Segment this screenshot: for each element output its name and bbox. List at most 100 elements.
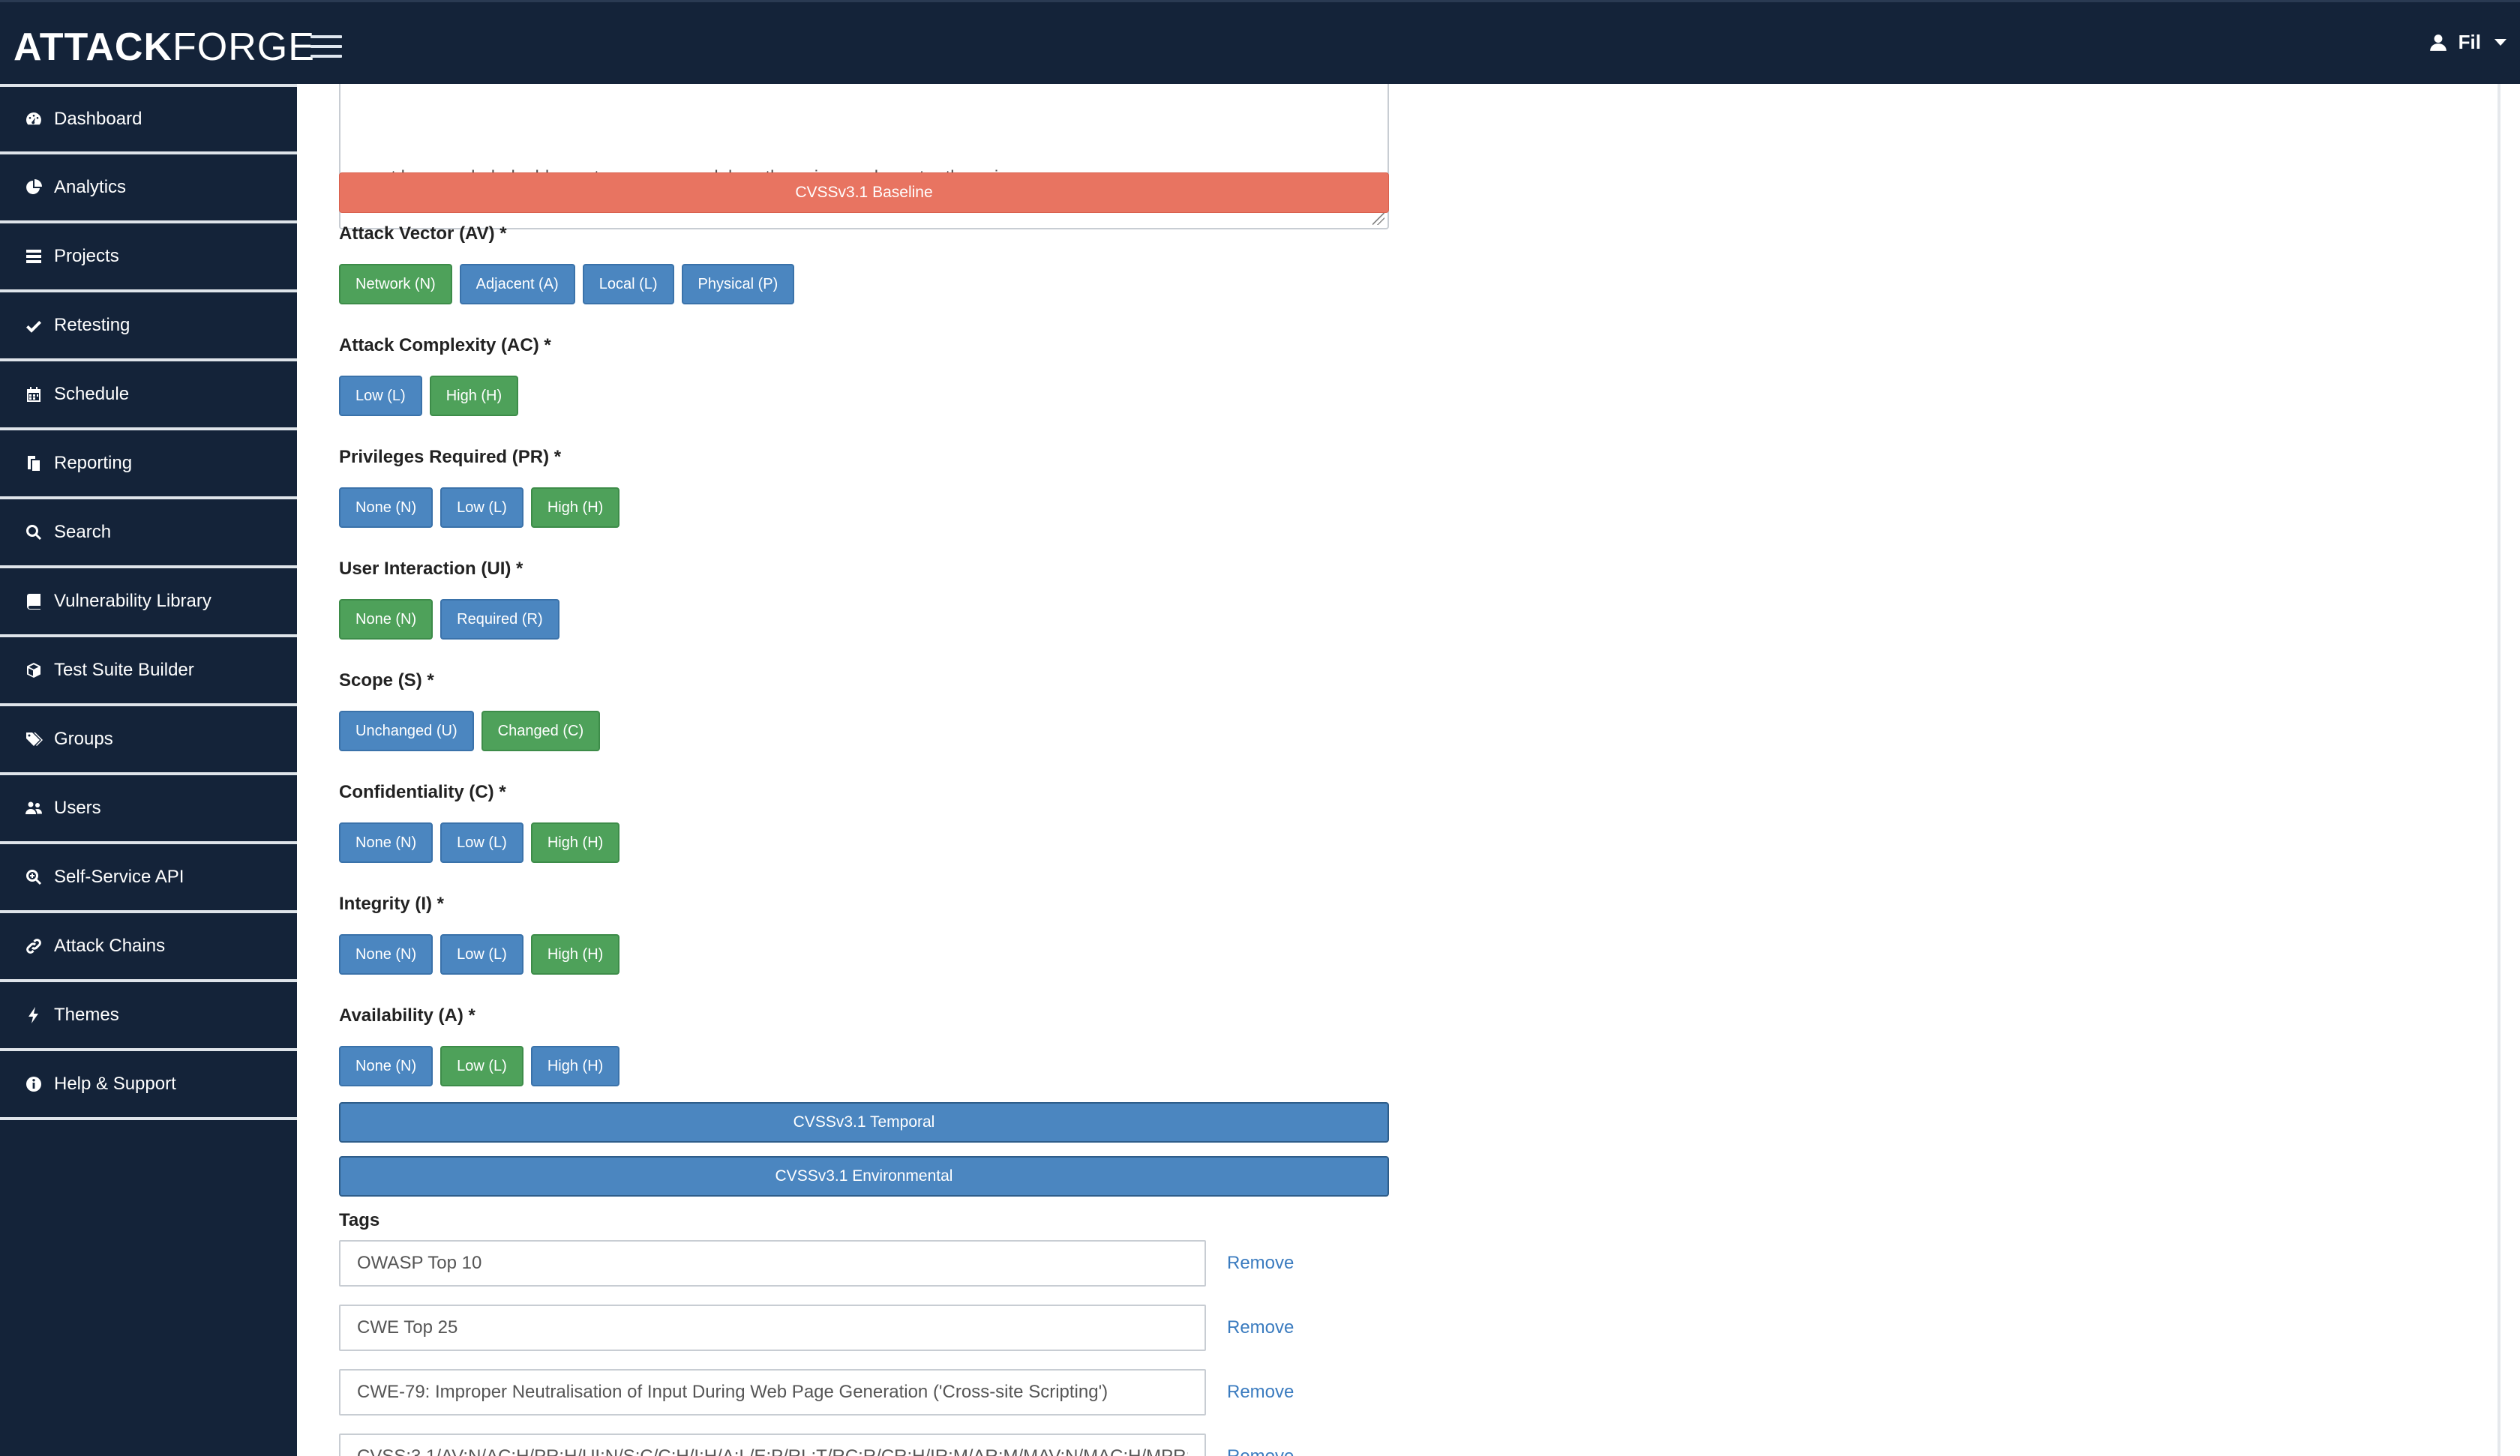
- metric-label-availability-a: Availability (A) *: [339, 1005, 476, 1026]
- resize-handle-icon[interactable]: [1372, 213, 1384, 225]
- copy-icon: [24, 454, 44, 473]
- info-icon: [24, 1074, 44, 1094]
- link-icon: [24, 936, 44, 956]
- list-icon: [24, 247, 44, 266]
- brand-logo[interactable]: ATTACK FORGE: [14, 25, 315, 69]
- sidebar-item-label: Projects: [54, 246, 119, 266]
- tag-row: Remove: [339, 1434, 1294, 1456]
- sidebar-item-search[interactable]: Search: [0, 499, 297, 568]
- metric-options-confidentiality-c: None (N) Low (L) High (H): [339, 822, 620, 863]
- metric-options-user-interaction-ui: None (N) Required (R): [339, 599, 560, 640]
- remove-tag-link[interactable]: Remove: [1227, 1382, 1294, 1403]
- option-button-changed-c[interactable]: Changed (C): [481, 711, 601, 751]
- sidebar-item-dashboard[interactable]: Dashboard: [0, 84, 297, 154]
- sidebar-item-help-and-support[interactable]: Help & Support: [0, 1051, 297, 1120]
- option-button-local-l[interactable]: Local (L): [582, 264, 674, 304]
- option-button-low-l[interactable]: Low (L): [440, 1046, 524, 1086]
- cvss-baseline-bar[interactable]: CVSSv3.1 Baseline: [339, 172, 1389, 213]
- cube-icon: [24, 661, 44, 680]
- sidebar-item-test-suite-builder[interactable]: Test Suite Builder: [0, 637, 297, 706]
- remove-tag-link[interactable]: Remove: [1227, 1253, 1294, 1274]
- sidebar-item-label: Self-Service API: [54, 867, 184, 887]
- option-button-unchanged-u[interactable]: Unchanged (U): [339, 711, 474, 751]
- cvss-environmental-bar[interactable]: CVSSv3.1 Environmental: [339, 1156, 1389, 1197]
- metric-label-user-interaction-ui: User Interaction (UI) *: [339, 559, 524, 579]
- option-button-none-n[interactable]: None (N): [339, 487, 434, 528]
- sidebar-item-label: Attack Chains: [54, 936, 166, 956]
- sidebar-item-label: Schedule: [54, 384, 130, 404]
- user-icon: [2429, 34, 2446, 51]
- hamburger-menu-icon[interactable]: [310, 35, 342, 59]
- metric-options-integrity-i: None (N) Low (L) High (H): [339, 934, 620, 975]
- option-button-low-l[interactable]: Low (L): [440, 487, 524, 528]
- sidebar-item-label: Reporting: [54, 453, 133, 473]
- metric-options-attack-vector-av: Network (N) Adjacent (A) Local (L) Physical…: [339, 264, 795, 304]
- sidebar-item-themes[interactable]: Themes: [0, 982, 297, 1051]
- tag-input[interactable]: [339, 1434, 1206, 1456]
- brand-logo-bold: ATTACK: [14, 25, 173, 69]
- brand-logo-light: FORGE: [172, 25, 315, 69]
- user-name: Fil: [2458, 31, 2481, 53]
- dashboard-icon: [24, 109, 44, 129]
- option-button-low-l[interactable]: Low (L): [440, 822, 524, 863]
- option-button-high-h[interactable]: High (H): [530, 1046, 620, 1086]
- search-plus-icon: [24, 867, 44, 887]
- cvss-temporal-bar[interactable]: CVSSv3.1 Temporal: [339, 1102, 1389, 1143]
- option-button-high-h[interactable]: High (H): [530, 934, 620, 975]
- user-menu[interactable]: Fil: [2428, 31, 2506, 54]
- sidebar-item-label: Analytics: [54, 177, 127, 197]
- book-icon: [24, 592, 44, 611]
- metric-label-attack-vector-av: Attack Vector (AV) *: [339, 223, 507, 244]
- tag-row: Remove: [339, 1369, 1294, 1416]
- option-button-required-r[interactable]: Required (R): [440, 599, 560, 640]
- option-button-none-n[interactable]: None (N): [339, 822, 434, 863]
- main-content: must be encoded: double quotes, ampersan…: [297, 84, 2494, 1456]
- sidebar-item-analytics[interactable]: Analytics: [0, 154, 297, 223]
- page-scrollbar[interactable]: [2498, 84, 2500, 1456]
- caret-down-icon: [2494, 39, 2506, 46]
- metric-options-availability-a: None (N) Low (L) High (H): [339, 1046, 620, 1086]
- option-button-low-l[interactable]: Low (L): [440, 934, 524, 975]
- sidebar-item-schedule[interactable]: Schedule: [0, 361, 297, 430]
- sidebar-item-label: Vulnerability Library: [54, 591, 212, 611]
- sidebar-item-label: Groups: [54, 729, 113, 749]
- tag-row: Remove: [339, 1305, 1294, 1351]
- sidebar-item-retesting[interactable]: Retesting: [0, 292, 297, 361]
- tag-input[interactable]: [339, 1240, 1206, 1287]
- metric-label-scope-s: Scope (S) *: [339, 670, 434, 691]
- sidebar-item-label: Help & Support: [54, 1074, 176, 1094]
- remove-tag-link[interactable]: Remove: [1227, 1317, 1294, 1338]
- option-button-none-n[interactable]: None (N): [339, 599, 434, 640]
- sidebar-item-label: Retesting: [54, 315, 130, 335]
- option-button-high-h[interactable]: High (H): [429, 376, 519, 416]
- search-icon: [24, 523, 44, 542]
- option-button-high-h[interactable]: High (H): [530, 822, 620, 863]
- metric-label-attack-complexity-ac: Attack Complexity (AC) *: [339, 335, 551, 355]
- sidebar-item-label: Test Suite Builder: [54, 660, 194, 680]
- remove-tag-link[interactable]: Remove: [1227, 1446, 1294, 1456]
- metric-options-scope-s: Unchanged (U) Changed (C): [339, 711, 601, 751]
- option-button-adjacent-a[interactable]: Adjacent (A): [459, 264, 575, 304]
- sidebar-item-groups[interactable]: Groups: [0, 706, 297, 775]
- metric-label-privileges-required-pr: Privileges Required (PR) *: [339, 447, 562, 467]
- option-button-none-n[interactable]: None (N): [339, 1046, 434, 1086]
- option-button-network-n[interactable]: Network (N): [339, 264, 452, 304]
- tag-input[interactable]: [339, 1305, 1206, 1351]
- calendar-icon: [24, 385, 44, 404]
- option-button-low-l[interactable]: Low (L): [339, 376, 422, 416]
- sidebar-item-label: Dashboard: [54, 109, 142, 129]
- tags-icon: [24, 729, 44, 749]
- sidebar-item-users[interactable]: Users: [0, 775, 297, 844]
- sidebar-item-vulnerability-library[interactable]: Vulnerability Library: [0, 568, 297, 637]
- option-button-physical-p[interactable]: Physical (P): [681, 264, 795, 304]
- option-button-none-n[interactable]: None (N): [339, 934, 434, 975]
- users-icon: [24, 798, 44, 818]
- sidebar-item-projects[interactable]: Projects: [0, 223, 297, 292]
- pie-chart-icon: [24, 178, 44, 197]
- option-button-high-h[interactable]: High (H): [530, 487, 620, 528]
- sidebar-item-attack-chains[interactable]: Attack Chains: [0, 913, 297, 982]
- tag-input[interactable]: [339, 1369, 1206, 1416]
- sidebar-item-self-service-api[interactable]: Self-Service API: [0, 844, 297, 913]
- sidebar-item-reporting[interactable]: Reporting: [0, 430, 297, 499]
- metric-options-attack-complexity-ac: Low (L) High (H): [339, 376, 519, 416]
